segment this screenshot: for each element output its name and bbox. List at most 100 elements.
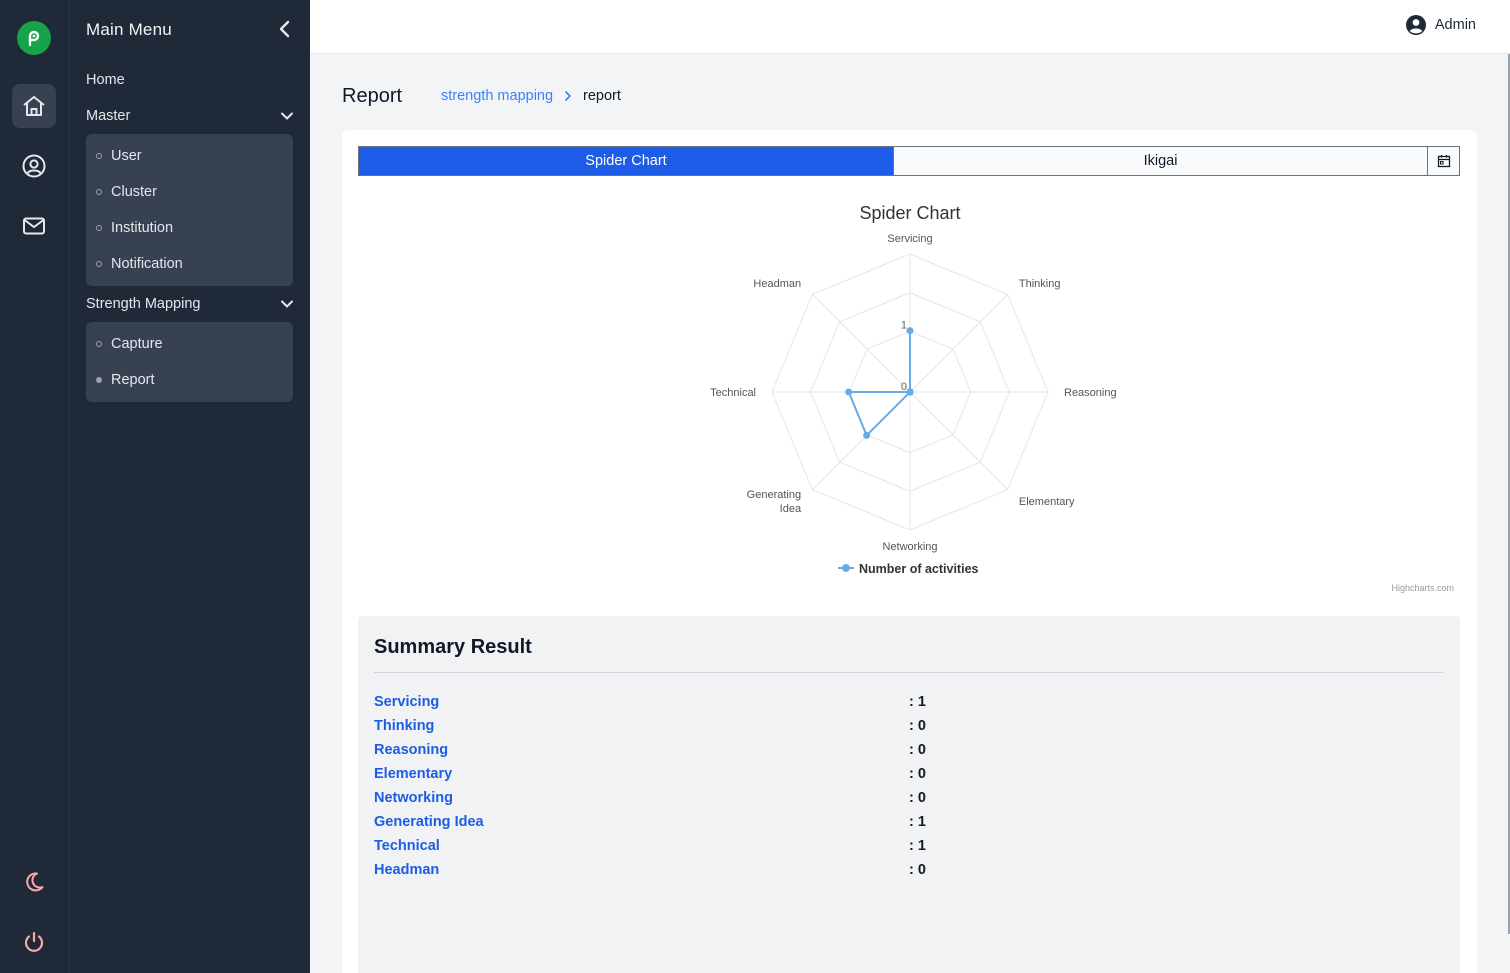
home-icon[interactable] (12, 84, 56, 128)
summary-label[interactable]: Reasoning (374, 742, 448, 758)
submenu-item-label: Cluster (111, 184, 157, 200)
grid-spoke (812, 294, 911, 393)
user-profile-icon[interactable] (12, 144, 56, 188)
summary-row: Networking : 0 (374, 790, 1444, 810)
submenu-item-capture[interactable]: Capture (96, 336, 163, 352)
submenu-item-cluster[interactable]: Cluster (96, 184, 157, 200)
legend-label: Number of activities (859, 562, 979, 576)
summary-value: : 1 (909, 814, 926, 830)
submenu-item-notification[interactable]: Notification (96, 256, 183, 272)
axis-category-label: Technical (710, 387, 756, 399)
summary-value: : 0 (909, 718, 926, 734)
series-point-technical[interactable] (845, 388, 853, 396)
chart-axis-labels: Servicing Thinking Reasoning Elementary Netw… (710, 233, 1116, 553)
spider-chart-container: Spider Chart 01 Servicing Thinking Reasoni… (358, 196, 1460, 596)
master-submenu: User Cluster Institution Notification (86, 134, 293, 286)
menu-title: Main Menu (86, 20, 172, 39)
summary-value: : 1 (909, 838, 926, 854)
summary-value: : 0 (909, 742, 926, 758)
user-menu[interactable]: Admin (1405, 14, 1476, 36)
summary-title: Summary Result (374, 636, 532, 658)
chevron-down-icon (281, 300, 293, 308)
menu-item-strength-mapping-label: Strength Mapping (86, 296, 201, 312)
submenu-item-institution[interactable]: Institution (96, 220, 173, 236)
grid-spoke (909, 391, 1008, 490)
summary-label[interactable]: Generating Idea (374, 814, 484, 830)
series-point-headman[interactable] (906, 388, 914, 396)
summary-value: : 0 (909, 790, 926, 806)
dark-mode-moon-icon[interactable] (12, 860, 56, 904)
summary-label[interactable]: Headman (374, 862, 439, 878)
bullet-icon (96, 225, 102, 231)
summary-panel: Summary Result Servicing: 1 Thinking: 0 … (358, 616, 1460, 973)
summary-label[interactable]: Elementary (374, 766, 452, 782)
strength-mapping-submenu: Capture Report (86, 322, 293, 402)
collapse-sidebar-icon[interactable] (274, 18, 294, 40)
mail-icon[interactable] (12, 204, 56, 248)
summary-label[interactable]: Servicing (374, 694, 439, 710)
page-title: Report (342, 85, 403, 107)
summary-value: : 1 (909, 694, 926, 710)
summary-row: Headman : 0 (374, 862, 1444, 882)
spider-chart: Spider Chart 01 ServicingThinkingReasoni… (710, 203, 1454, 593)
summary-row: Thinking : 0 (374, 718, 1444, 738)
icon-rail (0, 0, 70, 973)
summary-divider (374, 672, 1444, 673)
summary-label[interactable]: Technical (374, 838, 440, 854)
tab-spider-chart[interactable]: Spider Chart (359, 147, 893, 175)
axis-category-label: Servicing (887, 233, 932, 245)
summary-row: Elementary : 0 (374, 766, 1444, 786)
bullet-icon (96, 261, 102, 267)
axis-category-label: Networking (882, 541, 937, 553)
series-point-generating-idea[interactable] (863, 431, 871, 439)
submenu-item-label: Capture (111, 336, 163, 352)
menu-item-master[interactable]: Master (86, 108, 294, 124)
submenu-item-report[interactable]: Report (96, 372, 155, 388)
chart-legend[interactable]: Number of activities (838, 562, 979, 576)
summary-label[interactable]: Thinking (374, 718, 434, 734)
radial-tick-label: 1 (901, 320, 907, 332)
breadcrumb-link-strength-mapping[interactable]: strength mapping (441, 88, 553, 104)
summary-label[interactable]: Networking (374, 790, 453, 806)
axis-category-label: Headman (753, 278, 801, 290)
user-avatar-icon (1405, 15, 1426, 35)
summary-row: Reasoning : 0 (374, 742, 1444, 762)
axis-category-label: Thinking (1019, 278, 1061, 290)
active-bullet-icon (96, 377, 102, 383)
summary-value: : 0 (909, 766, 926, 782)
submenu-item-label: Report (111, 372, 155, 388)
series-point-servicing[interactable] (906, 327, 914, 335)
summary-value: : 0 (909, 862, 926, 878)
axis-category-label: Elementary (1019, 496, 1075, 508)
chart-credits[interactable]: Highcharts.com (1391, 583, 1454, 593)
main-menu-sidebar: Main Menu Home Master User Cluster Insti… (70, 0, 310, 973)
axis-category-label: Reasoning (1064, 387, 1117, 399)
summary-row: Technical : 1 (374, 838, 1444, 858)
submenu-item-label: Notification (111, 256, 183, 272)
top-bar: Admin (310, 0, 1510, 54)
submenu-item-label: Institution (111, 220, 174, 236)
breadcrumb-chevron-right-icon (565, 91, 572, 101)
chart-title: Spider Chart (859, 203, 960, 223)
tab-ikigai[interactable]: Ikigai (893, 147, 1427, 175)
submenu-item-user[interactable]: User (96, 148, 142, 164)
breadcrumb-current: report (583, 88, 621, 104)
legend-point-marker (842, 564, 850, 572)
grid-spoke (909, 294, 1008, 393)
user-name: Admin (1434, 17, 1476, 33)
submenu-item-label: User (111, 148, 142, 164)
calendar-icon[interactable] (1427, 147, 1459, 175)
chevron-down-icon (281, 112, 293, 120)
menu-item-strength-mapping[interactable]: Strength Mapping (86, 296, 294, 312)
bullet-icon (96, 153, 102, 159)
axis-category-label: Generating Idea (747, 489, 802, 515)
app-logo-icon[interactable] (17, 21, 51, 55)
menu-item-home-label: Home (86, 72, 125, 88)
bullet-icon (96, 189, 102, 195)
power-logout-icon[interactable] (12, 920, 56, 964)
bullet-icon (96, 341, 102, 347)
summary-row: Generating Idea : 1 (374, 814, 1444, 834)
summary-row: Servicing : 1 (374, 694, 1444, 714)
chart-tabs: Spider Chart Ikigai (358, 146, 1460, 176)
menu-item-home[interactable]: Home (86, 72, 294, 88)
